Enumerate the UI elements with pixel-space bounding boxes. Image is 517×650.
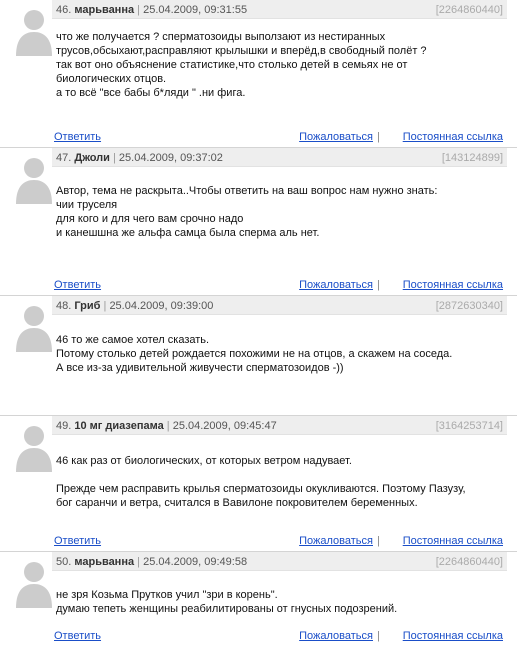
comment-date: 25.04.2009, 09:31:55	[143, 4, 248, 16]
comment-line: Прежде чем расправить крылья сперматозои…	[56, 483, 466, 495]
comment-number: 46.	[56, 4, 72, 16]
author-name[interactable]: Гриб	[74, 300, 100, 312]
complain-link[interactable]: Пожаловаться	[299, 131, 373, 143]
comment-line: не зря Козьма Прутков учил "зри в корень…	[56, 589, 278, 601]
comment-line: биологических отцов.	[56, 73, 167, 85]
user-avatar-icon	[16, 10, 52, 56]
comment-date: 25.04.2009, 09:37:02	[118, 152, 223, 164]
comment-line: так вот оно объяснение статистике,что ст…	[56, 59, 408, 71]
permalink-link[interactable]: Постоянная ссылка	[403, 535, 503, 547]
comment-body: что же получается ? сперматозоиды выполз…	[56, 30, 487, 100]
comment-line: 46 как раз от биологических, от которых …	[56, 455, 352, 467]
comment-line: Автор, тема не раскрыта..Чтобы ответить …	[56, 185, 438, 197]
comment-body: 46 то же самое хотел сказать. Потому сто…	[56, 333, 487, 375]
complain-link[interactable]: Пожаловаться	[299, 279, 373, 291]
permalink-link[interactable]: Постоянная ссылка	[403, 630, 503, 642]
permalink-link[interactable]: Постоянная ссылка	[403, 279, 503, 291]
comment-header: 46. марьванна | 25.04.2009, 09:31:55 [22…	[52, 0, 507, 19]
separator: |	[103, 300, 107, 312]
user-avatar-icon	[16, 306, 52, 352]
comment-line: что же получается ? сперматозоиды выполз…	[56, 31, 386, 43]
comment-id: [3164253714]	[435, 420, 503, 432]
comment-line: чии труселя	[56, 199, 118, 211]
separator: |	[377, 279, 380, 291]
comment-header: 49. 10 мг диазепама | 25.04.2009, 09:45:…	[52, 416, 507, 435]
author-name[interactable]: марьванна	[74, 556, 134, 568]
comment-post: 46. марьванна | 25.04.2009, 09:31:55 [22…	[0, 0, 517, 147]
avatar	[0, 296, 55, 415]
user-avatar-icon	[16, 158, 52, 204]
comment-date: 25.04.2009, 09:45:47	[172, 420, 277, 432]
comment-body: Автор, тема не раскрыта..Чтобы ответить …	[56, 184, 487, 240]
separator: |	[166, 420, 170, 432]
comment-line: думаю тепеть женщины реабилитированы от …	[56, 603, 398, 615]
comment-header: 48. Гриб | 25.04.2009, 09:39:00 [2872630…	[52, 296, 507, 315]
comment-post: 50. марьванна | 25.04.2009, 09:49:58 [22…	[0, 551, 517, 650]
user-avatar-icon	[16, 562, 52, 608]
comment-number: 49.	[56, 420, 72, 432]
comment-body: 46 как раз от биологических, от которых …	[56, 454, 487, 510]
reply-link[interactable]: Ответить	[54, 535, 101, 547]
comment-line: Потому столько детей рождается похожими …	[56, 348, 453, 360]
comment-actions: Ответить Пожаловаться | Постоянная ссылк…	[52, 277, 507, 291]
comment-line: А все из-за удивительной живучести сперм…	[56, 362, 344, 374]
comment-line: трусов,обсыхают,расправляют крылышки и в…	[56, 45, 427, 57]
separator: |	[137, 4, 141, 16]
author-name[interactable]: 10 мг диазепама	[74, 420, 163, 432]
avatar	[0, 0, 55, 147]
comment-post: 48. Гриб | 25.04.2009, 09:39:00 [2872630…	[0, 295, 517, 415]
comment-line: а то всё "все бабы б*ляди " .ни фига.	[56, 87, 246, 99]
user-avatar-icon	[16, 426, 52, 472]
avatar	[0, 148, 55, 295]
comment-id: [2264860440]	[435, 4, 503, 16]
separator: |	[377, 535, 380, 547]
author-name[interactable]: марьванна	[74, 4, 134, 16]
comment-id: [143124899]	[441, 152, 503, 164]
separator: |	[377, 131, 380, 143]
reply-link[interactable]: Ответить	[54, 131, 101, 143]
reply-link[interactable]: Ответить	[54, 630, 101, 642]
comment-number: 48.	[56, 300, 72, 312]
comment-line: и канешшна же альфа самца была сперма ал…	[56, 227, 320, 239]
comment-body: не зря Козьма Прутков учил "зри в корень…	[56, 588, 487, 616]
comment-date: 25.04.2009, 09:39:00	[109, 300, 214, 312]
comment-post: 49. 10 мг диазепама | 25.04.2009, 09:45:…	[0, 415, 517, 551]
comment-number: 50.	[56, 556, 72, 568]
comment-actions: Ответить Пожаловаться | Постоянная ссылк…	[52, 533, 507, 547]
comment-actions: Ответить Пожаловаться | Постоянная ссылк…	[52, 628, 507, 642]
complain-link[interactable]: Пожаловаться	[299, 630, 373, 642]
avatar	[0, 416, 55, 551]
comment-line: 46 то же самое хотел сказать.	[56, 334, 210, 346]
separator: |	[137, 556, 141, 568]
separator: |	[112, 152, 116, 164]
separator: |	[377, 630, 380, 642]
comment-number: 47.	[56, 152, 72, 164]
comment-id: [2872630340]	[435, 300, 503, 312]
comment-id: [2264860440]	[435, 556, 503, 568]
comment-actions: Ответить Пожаловаться | Постоянная ссылк…	[52, 129, 507, 143]
comment-line: для кого и для чего вам срочно надо	[56, 213, 244, 225]
reply-link[interactable]: Ответить	[54, 279, 101, 291]
comment-header: 47. Джоли | 25.04.2009, 09:37:02 [143124…	[52, 148, 507, 167]
comment-post: 47. Джоли | 25.04.2009, 09:37:02 [143124…	[0, 147, 517, 295]
author-name[interactable]: Джоли	[74, 152, 110, 164]
comment-header: 50. марьванна | 25.04.2009, 09:49:58 [22…	[52, 552, 507, 571]
avatar	[0, 552, 55, 650]
comment-line: бог саранчи и ветра, считался в Вавилоне…	[56, 497, 418, 509]
permalink-link[interactable]: Постоянная ссылка	[403, 131, 503, 143]
complain-link[interactable]: Пожаловаться	[299, 535, 373, 547]
comment-date: 25.04.2009, 09:49:58	[143, 556, 248, 568]
